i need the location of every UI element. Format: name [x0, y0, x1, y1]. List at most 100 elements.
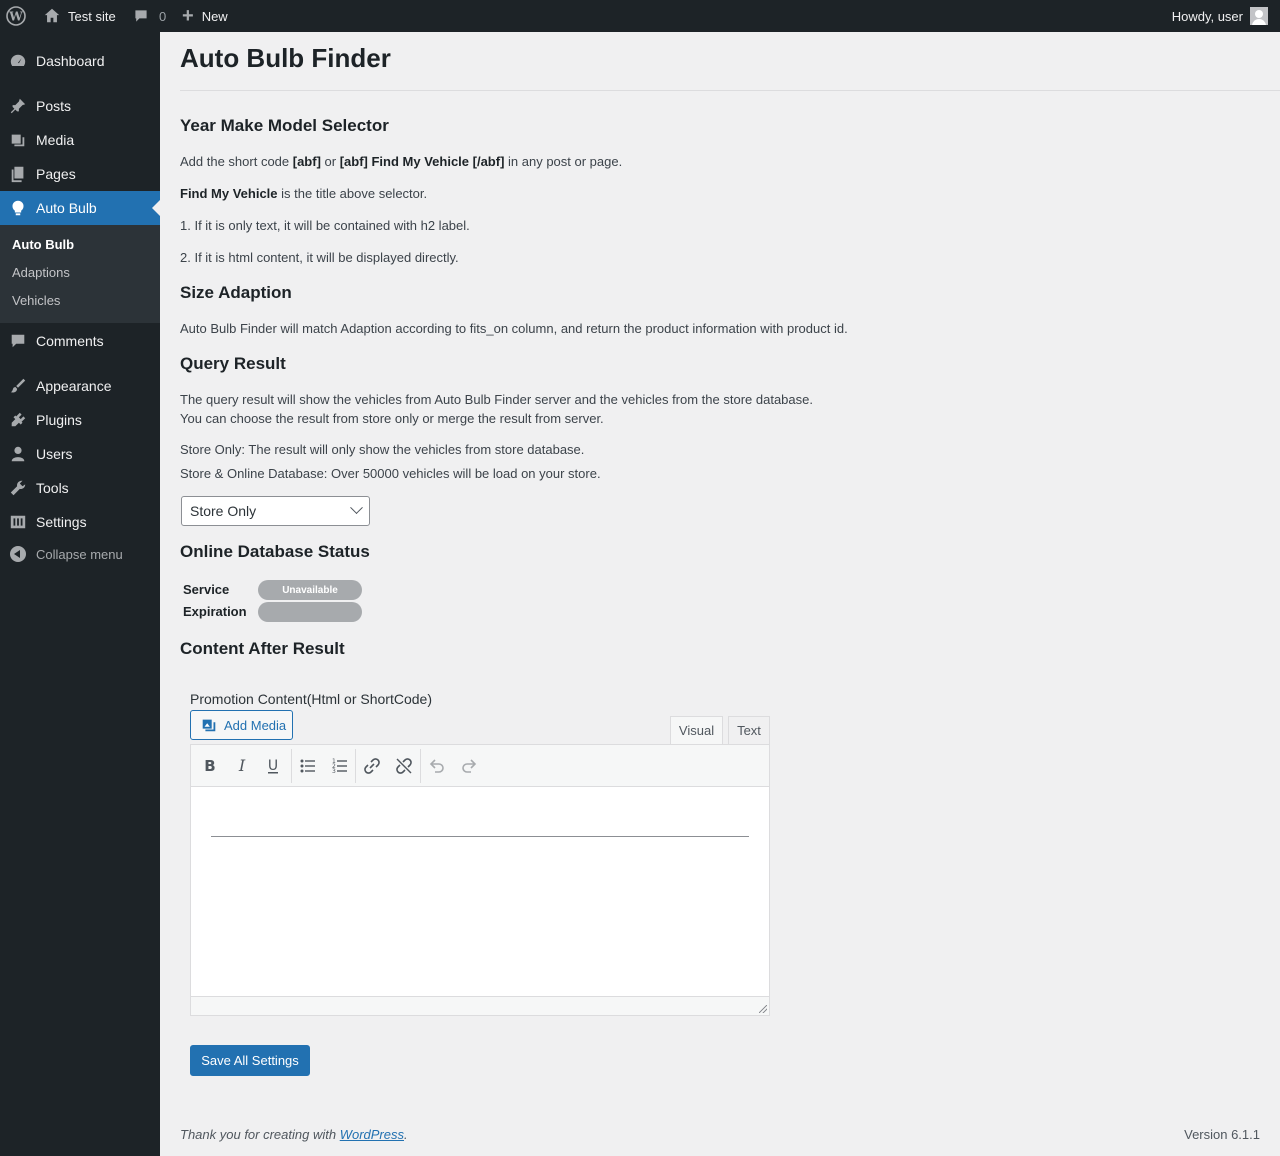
sidebar-item-dashboard[interactable]: Dashboard	[0, 44, 160, 78]
plus-icon: +	[182, 5, 194, 27]
service-status-badge: Unavailable	[258, 580, 362, 600]
sidebar-item-pages[interactable]: Pages	[0, 157, 160, 191]
redo-button[interactable]	[455, 752, 483, 780]
page-title: Auto Bulb Finder	[180, 43, 391, 73]
query-result-select[interactable]: Store Only	[181, 496, 370, 526]
howdy-label: Howdy, user	[1171, 8, 1243, 24]
account-menu[interactable]: Howdy, user	[1172, 0, 1268, 32]
comment-icon	[0, 332, 36, 350]
horizontal-rule	[211, 836, 749, 837]
collapse-menu-label: Collapse menu	[36, 546, 123, 562]
ymm-rule-2: 2. If it is html content, it will be dis…	[180, 250, 459, 265]
query-result-text-2: You can choose the result from store onl…	[180, 411, 604, 426]
comments-link[interactable]: 0	[133, 0, 166, 32]
submenu-item-vehicles[interactable]: Vehicles	[12, 293, 60, 308]
home-icon	[44, 8, 60, 23]
remove-link-button[interactable]	[390, 752, 418, 780]
editor-content-area[interactable]	[191, 788, 769, 996]
link-icon	[364, 758, 380, 774]
submenu-item-auto-bulb[interactable]: Auto Bulb	[12, 237, 74, 252]
svg-text:3: 3	[332, 768, 336, 775]
sidebar-item-label: Posts	[36, 98, 72, 114]
numbered-list-icon: 123	[332, 758, 347, 775]
footer-version: Version 6.1.1	[1184, 1127, 1260, 1142]
svg-text:I: I	[238, 756, 246, 775]
wordpress-logo-icon[interactable]: W	[6, 0, 28, 32]
toolbar-divider	[291, 749, 292, 783]
sidebar-item-label: Settings	[36, 514, 87, 530]
editor-statusbar	[191, 996, 769, 1015]
italic-button[interactable]: I	[228, 752, 256, 780]
sidebar-item-posts[interactable]: Posts	[0, 89, 160, 123]
service-label: Service	[183, 582, 230, 597]
wordpress-link[interactable]: WordPress	[340, 1127, 404, 1142]
insert-link-button[interactable]	[358, 752, 386, 780]
sidebar-item-plugins[interactable]: Plugins	[0, 403, 160, 437]
shortcode-abf: [abf]	[292, 154, 321, 169]
svg-text:U: U	[268, 758, 278, 774]
svg-text:B: B	[204, 757, 215, 775]
chevron-down-icon	[350, 501, 363, 515]
sidebar-item-users[interactable]: Users	[0, 437, 160, 471]
query-result-heading: Query Result	[180, 354, 286, 373]
add-media-button[interactable]: Add Media	[190, 710, 293, 740]
comments-count: 0	[159, 8, 167, 24]
media-icon	[0, 131, 36, 149]
sidebar-item-auto-bulb[interactable]: Auto Bulb	[0, 191, 160, 225]
expiration-label: Expiration	[183, 604, 247, 619]
undo-button[interactable]	[423, 752, 451, 780]
resize-handle-icon[interactable]	[759, 1005, 767, 1013]
sidebar-item-settings[interactable]: Settings	[0, 505, 160, 539]
sidebar-item-label: Users	[36, 446, 73, 462]
collapse-arrow-icon	[10, 546, 26, 562]
bold-button[interactable]: B	[196, 752, 224, 780]
new-content-link[interactable]: + New	[182, 0, 228, 32]
underline-button[interactable]: U	[259, 752, 287, 780]
editor-toolbar: B I U 123	[191, 745, 769, 787]
ymm-shortcode-text: Add the short code [abf] or [abf] Find M…	[180, 154, 623, 169]
sidebar-item-label: Appearance	[36, 378, 112, 394]
add-media-label: Add Media	[224, 717, 287, 733]
sidebar-item-label: Tools	[36, 480, 69, 496]
site-name-label: Test site	[68, 8, 116, 24]
underline-icon: U	[268, 758, 278, 774]
rich-text-editor: B I U 123	[190, 744, 770, 1016]
wrench-icon	[0, 479, 36, 497]
comment-bubble-icon	[135, 10, 147, 22]
ymm-rule-1: 1. If it is only text, it will be contai…	[180, 218, 470, 233]
sidebar-item-label: Pages	[36, 166, 76, 182]
settings-icon	[0, 513, 36, 531]
numbered-list-button[interactable]: 123	[326, 752, 354, 780]
tab-visual[interactable]: Visual	[670, 716, 723, 745]
bullet-list-button[interactable]	[294, 752, 322, 780]
site-name-link[interactable]: Test site	[43, 0, 116, 32]
auto-bulb-submenu: Auto Bulb Adaptions Vehicles	[0, 225, 160, 323]
svg-text:W: W	[8, 10, 23, 24]
tab-text[interactable]: Text	[728, 716, 770, 745]
avatar	[1250, 7, 1268, 25]
bullet-list-icon	[300, 759, 315, 773]
admin-sidebar: Dashboard Posts Media Pages Auto Bulb Au…	[0, 32, 160, 1156]
content-after-heading: Content After Result	[180, 639, 345, 658]
size-adaption-text: Auto Bulb Finder will match Adaption acc…	[180, 321, 848, 336]
sidebar-item-label: Auto Bulb	[36, 200, 97, 216]
plugin-icon	[0, 411, 36, 429]
dashboard-icon	[0, 52, 36, 70]
sidebar-item-label: Dashboard	[36, 53, 105, 69]
sidebar-item-comments[interactable]: Comments	[0, 324, 160, 358]
collapse-menu-button[interactable]: Collapse menu	[0, 542, 123, 566]
unlink-icon	[396, 758, 412, 774]
redo-icon	[462, 759, 477, 773]
sidebar-item-tools[interactable]: Tools	[0, 471, 160, 505]
footer-thanks: Thank you for creating with WordPress.	[180, 1127, 408, 1142]
sidebar-item-appearance[interactable]: Appearance	[0, 369, 160, 403]
ymm-heading: Year Make Model Selector	[180, 116, 389, 135]
promotion-content-label: Promotion Content(Html or ShortCode)	[190, 691, 432, 707]
save-all-settings-button[interactable]: Save All Settings	[190, 1045, 310, 1076]
sidebar-item-media[interactable]: Media	[0, 123, 160, 157]
ymm-title-text: Find My Vehicle is the title above selec…	[180, 186, 428, 201]
sidebar-item-label: Media	[36, 132, 75, 148]
bold-icon: B	[204, 757, 215, 775]
size-adaption-heading: Size Adaption	[180, 283, 292, 302]
submenu-item-adaptions[interactable]: Adaptions	[12, 265, 70, 280]
